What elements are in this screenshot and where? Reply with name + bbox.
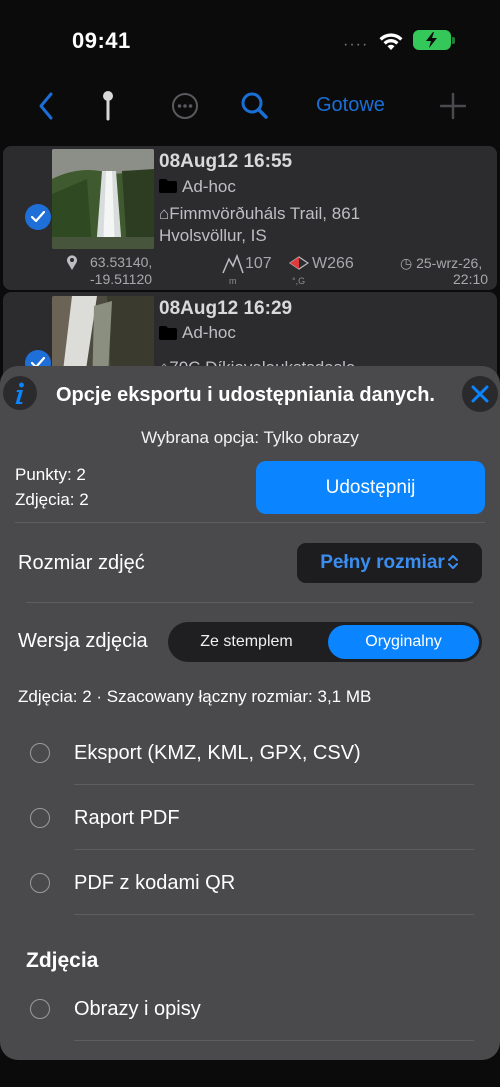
heading: W266	[312, 255, 354, 272]
battery-icon	[413, 30, 451, 50]
photo-folder: Ad-hoc	[182, 177, 236, 196]
option-pdf-report[interactable]: Raport PDF	[74, 807, 180, 830]
divider	[15, 522, 485, 523]
radio-button[interactable]	[30, 999, 50, 1019]
photo-date: ◷ 25-wrz-26,	[400, 255, 483, 271]
share-button[interactable]: Udostępnij	[256, 461, 485, 514]
latitude: 63.53140,	[90, 254, 153, 270]
add-icon[interactable]	[440, 86, 466, 126]
option-images-descriptions[interactable]: Obrazy i opisy	[74, 998, 201, 1021]
photo-folder: Ad-hoc	[182, 323, 236, 342]
wifi-icon	[379, 33, 403, 50]
photo-version-label: Wersja zdjęcia	[18, 630, 148, 652]
divider	[74, 784, 474, 785]
info-icon[interactable]	[3, 376, 37, 410]
photo-size-select[interactable]: Pełny rozmiar	[297, 543, 482, 583]
location-pin-icon	[67, 255, 77, 270]
photo-version-segmented-control: Ze stemplem Oryginalny	[168, 622, 482, 662]
status-time: 09:41	[72, 28, 131, 53]
divider	[26, 602, 473, 603]
heading-icon	[289, 256, 309, 270]
back-chevron-icon[interactable]	[34, 86, 58, 126]
radio-button[interactable]	[30, 873, 50, 893]
done-button[interactable]: Gotowe	[316, 94, 385, 117]
more-options-icon[interactable]	[170, 86, 200, 126]
radio-button[interactable]	[30, 808, 50, 828]
divider	[74, 849, 474, 850]
section-title-photos: Zdjęcia	[26, 949, 99, 972]
photo-time: 22:10	[453, 271, 489, 287]
battery-tip	[452, 37, 455, 44]
segment-stamped[interactable]: Ze stemplem	[168, 622, 325, 662]
status-bar: 09:41 ····	[0, 0, 500, 80]
points-count: Punkty: 2	[15, 465, 86, 484]
photos-count: Zdjęcia: 2	[15, 490, 89, 509]
photo-title: 08Aug12 16:55	[159, 151, 293, 172]
segment-original[interactable]: Oryginalny	[328, 625, 479, 659]
longitude: -19.51120	[90, 271, 153, 287]
waterfall-thumbnail	[52, 149, 154, 249]
divider	[74, 1040, 474, 1041]
photo-size-label: Rozmiar zdjęć	[18, 552, 145, 574]
folder-icon	[159, 179, 177, 193]
photo-location: ⌂Fimmvörðuháls Trail, 861 Hvolsvöllur, I…	[159, 204, 361, 245]
sheet-title: Opcje eksportu i udostępniania danych.	[56, 384, 435, 406]
cellular-signal-icon: ····	[343, 36, 369, 53]
folder-icon	[159, 326, 177, 340]
export-options-sheet: Opcje eksportu i udostępniania danych. W…	[0, 366, 500, 1060]
pin-icon[interactable]	[96, 86, 120, 126]
divider	[74, 914, 474, 915]
close-icon[interactable]	[462, 376, 498, 412]
heading-unit: °,G	[292, 276, 306, 286]
altitude-icon	[222, 254, 244, 274]
selected-checkmark-icon[interactable]	[25, 204, 51, 230]
radio-button[interactable]	[30, 743, 50, 763]
altitude: 107	[245, 255, 272, 272]
search-icon[interactable]	[238, 86, 270, 126]
altitude-unit: m	[229, 276, 237, 286]
option-pdf-qr[interactable]: PDF z kodami QR	[74, 872, 235, 895]
size-summary: Zdjęcia: 2 · Szacowany łączny rozmiar: 3…	[18, 687, 372, 706]
selected-option-text: Wybrana opcja: Tylko obrazy	[141, 428, 359, 447]
photo-size-value: Pełny rozmiar	[320, 552, 445, 573]
chevron-updown-icon	[447, 555, 458, 569]
photo-title: 08Aug12 16:29	[159, 298, 293, 319]
option-export[interactable]: Eksport (KMZ, KML, GPX, CSV)	[74, 742, 361, 765]
